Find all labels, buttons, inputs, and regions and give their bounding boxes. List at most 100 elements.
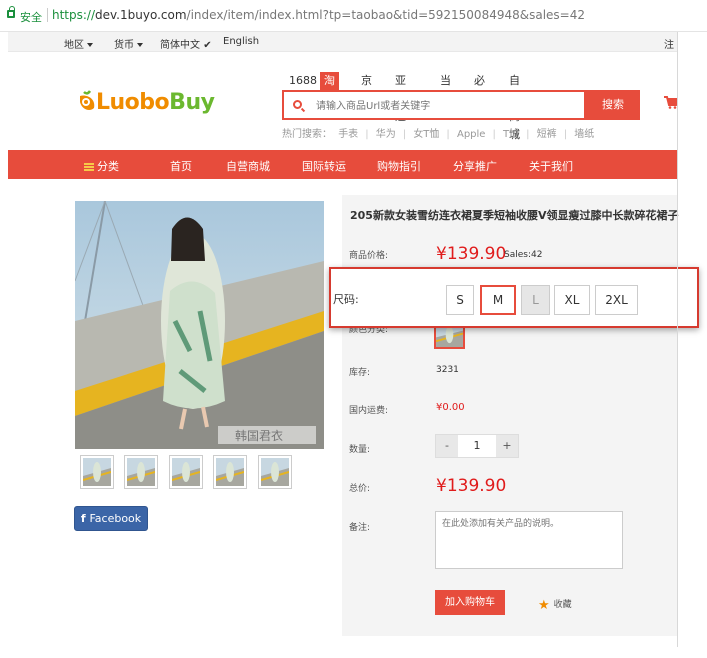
site-logo[interactable]: LuoboBuy: [76, 84, 228, 124]
search-icon: [293, 100, 302, 109]
nav-guide[interactable]: 购物指引: [377, 158, 421, 174]
url-scheme: https://: [52, 8, 96, 22]
quantity-label: 数量:: [349, 445, 371, 455]
main-nav: 分类 首页 自营商城 国际转运 购物指引 分享推广 关于我们: [8, 150, 677, 179]
address-divider: [47, 8, 48, 22]
chevron-down-icon: [137, 43, 143, 47]
nav-category[interactable]: 分类: [84, 158, 119, 174]
lang-english[interactable]: English: [223, 36, 259, 47]
url-text[interactable]: https://dev.1buyo.com/index/item/index.h…: [52, 8, 585, 22]
source-tab-biyao[interactable]: 必要: [470, 72, 489, 105]
quantity-stepper: - 1 +: [435, 434, 519, 458]
divider: |: [563, 129, 568, 140]
size-label: 尺码:: [333, 293, 359, 306]
currency-label: 货币: [114, 40, 134, 51]
product-info-panel: [342, 195, 677, 636]
source-tab-jd[interactable]: 京东: [357, 72, 376, 105]
hot-item[interactable]: Apple: [457, 129, 485, 140]
total-price: ¥139.90: [436, 476, 507, 496]
logo-text-b: Buy: [169, 90, 215, 115]
shipping-value: ¥0.00: [436, 402, 465, 413]
source-tab-self[interactable]: 自营商城: [505, 72, 524, 141]
thumbnail[interactable]: [169, 455, 203, 489]
nav-category-label: 分类: [97, 160, 119, 173]
check-icon: ✔: [203, 40, 212, 51]
source-tab-taobao[interactable]: 淘宝: [320, 72, 339, 105]
lock-icon: [7, 6, 15, 18]
note-textarea[interactable]: [435, 511, 623, 569]
register-link[interactable]: 注: [664, 36, 674, 51]
hot-item[interactable]: 女T恤: [413, 129, 439, 140]
quantity-decrease-button[interactable]: -: [436, 435, 458, 457]
thumbnail-image: [171, 458, 201, 486]
lang-simplified-label: 简体中文: [160, 40, 200, 51]
product-title: 205新款女装雪纺连衣裙夏季短袖收腰V领显瘦过膝中长款碎花裙子: [350, 209, 679, 222]
size-option-xl[interactable]: XL: [554, 285, 590, 315]
nav-self-mall[interactable]: 自营商城: [226, 158, 270, 174]
hot-searches: 热门搜索： 手表 | 华为 | 女T恤 | Apple | T恤 | 短裤 | 墙纸: [282, 125, 597, 140]
price-label: 商品价格:: [349, 251, 389, 261]
size-option-s[interactable]: S: [446, 285, 474, 315]
browser-address-bar[interactable]: 安全 https://dev.1buyo.com/index/item/inde…: [0, 0, 707, 32]
nav-home[interactable]: 首页: [170, 158, 192, 174]
size-selector: 尺码: S M L XL 2XL: [329, 267, 699, 328]
size-option-m[interactable]: M: [480, 285, 516, 315]
add-to-cart-button[interactable]: 加入购物车: [435, 590, 505, 615]
search-box: [282, 90, 586, 120]
url-path: /index/item/index.html?tp=taobao&tid=592…: [186, 8, 585, 22]
image-watermark: 韩国君衣: [235, 428, 283, 443]
hot-item[interactable]: 华为: [376, 129, 396, 140]
thumbnail-image: [126, 458, 156, 486]
lang-simplified[interactable]: 简体中文 ✔: [160, 36, 212, 51]
region-dropdown[interactable]: 地区: [64, 36, 93, 51]
divider: |: [365, 129, 369, 140]
facebook-label: Facebook: [89, 512, 142, 525]
shipping-label: 国内运费:: [349, 406, 389, 416]
region-label: 地区: [64, 40, 84, 51]
thumbnail-image: [215, 458, 245, 486]
thumbnail[interactable]: [213, 455, 247, 489]
hot-item[interactable]: 手表: [338, 129, 358, 140]
logo-text: LuoboBuy: [96, 90, 215, 115]
thumbnail[interactable]: [258, 455, 292, 489]
divider: |: [446, 129, 450, 140]
facebook-share-button[interactable]: f Facebook: [74, 506, 148, 531]
product-price: ¥139.90: [436, 244, 507, 264]
source-tab-dangdang[interactable]: 当当: [436, 72, 455, 105]
note-label: 备注:: [349, 523, 371, 533]
divider: |: [492, 129, 496, 140]
nav-about[interactable]: 关于我们: [529, 158, 573, 174]
search-input[interactable]: [316, 97, 576, 115]
top-bar: 地区 货币 简体中文 ✔ English 注: [8, 32, 677, 52]
size-option-l[interactable]: L: [521, 285, 550, 315]
hot-item[interactable]: T恤: [503, 129, 519, 140]
favorite-label: 收藏: [553, 600, 572, 610]
currency-dropdown[interactable]: 货币: [114, 36, 143, 51]
thumbnail[interactable]: [80, 455, 114, 489]
sales-count: Sales:42: [504, 250, 543, 260]
product-main-image[interactable]: 韩国君衣: [75, 201, 324, 449]
cart-icon[interactable]: [664, 96, 677, 109]
logo-text-a: Luobo: [96, 90, 170, 115]
stock-value: 3231: [436, 365, 459, 375]
page-edge: [677, 32, 678, 647]
hot-label: 热门搜索：: [282, 129, 332, 140]
quantity-increase-button[interactable]: +: [496, 435, 518, 457]
thumbnail-image: [82, 458, 112, 486]
total-label: 总价:: [349, 484, 371, 494]
hot-item[interactable]: 墙纸: [574, 129, 594, 140]
source-tab-amazon[interactable]: 亚马逊: [391, 72, 410, 123]
divider: |: [402, 129, 407, 140]
nav-share[interactable]: 分享推广: [453, 158, 497, 174]
size-option-2xl[interactable]: 2XL: [595, 285, 638, 315]
stock-label: 库存:: [349, 368, 371, 378]
search-button[interactable]: 搜索: [586, 90, 640, 120]
quantity-input[interactable]: 1: [458, 435, 496, 457]
favorite-button[interactable]: ★ 收藏: [538, 597, 572, 613]
chevron-down-icon: [87, 43, 93, 47]
nav-forwarding[interactable]: 国际转运: [302, 158, 346, 174]
divider: |: [526, 129, 530, 140]
source-tab-1688[interactable]: 1688: [285, 72, 321, 90]
hot-item[interactable]: 短裤: [537, 129, 557, 140]
thumbnail[interactable]: [124, 455, 158, 489]
